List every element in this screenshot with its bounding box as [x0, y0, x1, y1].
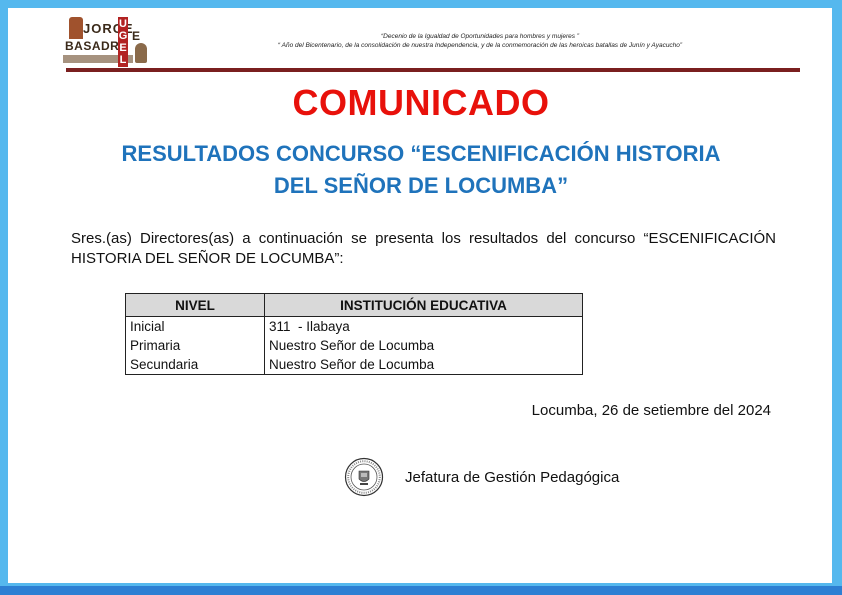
table-row: Primaria Nuestro Señor de Locumba	[125, 336, 583, 355]
column-header-nivel: NIVEL	[125, 293, 265, 317]
official-seal-icon	[344, 457, 384, 497]
header-mottos: “Decenio de la Igualdad de Oportunidades…	[180, 32, 780, 50]
cell-nivel: Primaria	[125, 336, 265, 355]
header-motto-1: “Decenio de la Igualdad de Oportunidades…	[380, 33, 579, 40]
cell-institucion: Nuestro Señor de Locumba	[264, 336, 583, 355]
logo-tower-icon	[69, 17, 83, 39]
header-motto-2: “ Año del Bicentenario, de la consolidac…	[277, 42, 683, 49]
intro-paragraph: Sres.(as) Directores(as) a continuación …	[71, 230, 776, 267]
cell-nivel: Inicial	[125, 316, 265, 336]
document-date: Locumba, 26 de setiembre del 2024	[531, 402, 771, 419]
logo-ugel-badge: UGEL	[118, 17, 128, 67]
subtitle-line-1: RESULTADOS CONCURSO “ESCENIFICACIÓN HIST…	[121, 141, 721, 166]
column-header-institucion: INSTITUCIÓN EDUCATIVA	[264, 293, 583, 317]
document-subtitle: RESULTADOS CONCURSO “ESCENIFICACIÓN HIST…	[0, 138, 842, 202]
table-row: Secundaria Nuestro Señor de Locumba	[125, 355, 583, 375]
logo-text-e: E	[132, 29, 141, 43]
header-divider	[66, 68, 800, 72]
ugel-logo: JORGE BASADRE UGEL E	[63, 15, 148, 67]
signature-office: Jefatura de Gestión Pedagógica	[405, 469, 620, 486]
cell-institucion: Nuestro Señor de Locumba	[264, 355, 583, 375]
document-title: COMUNICADO	[292, 82, 550, 123]
table-header-row: NIVEL INSTITUCIÓN EDUCATIVA	[125, 293, 583, 317]
table-row: Inicial 311 - Ilabaya	[125, 316, 583, 336]
logo-person-icon	[135, 43, 147, 63]
cell-nivel: Secundaria	[125, 355, 265, 375]
results-table: NIVEL INSTITUCIÓN EDUCATIVA Inicial 311 …	[125, 293, 583, 375]
bottom-bar	[0, 583, 842, 595]
subtitle-line-2: DEL SEÑOR DE LOCUMBA”	[273, 173, 569, 198]
cell-institucion: 311 - Ilabaya	[264, 316, 583, 336]
